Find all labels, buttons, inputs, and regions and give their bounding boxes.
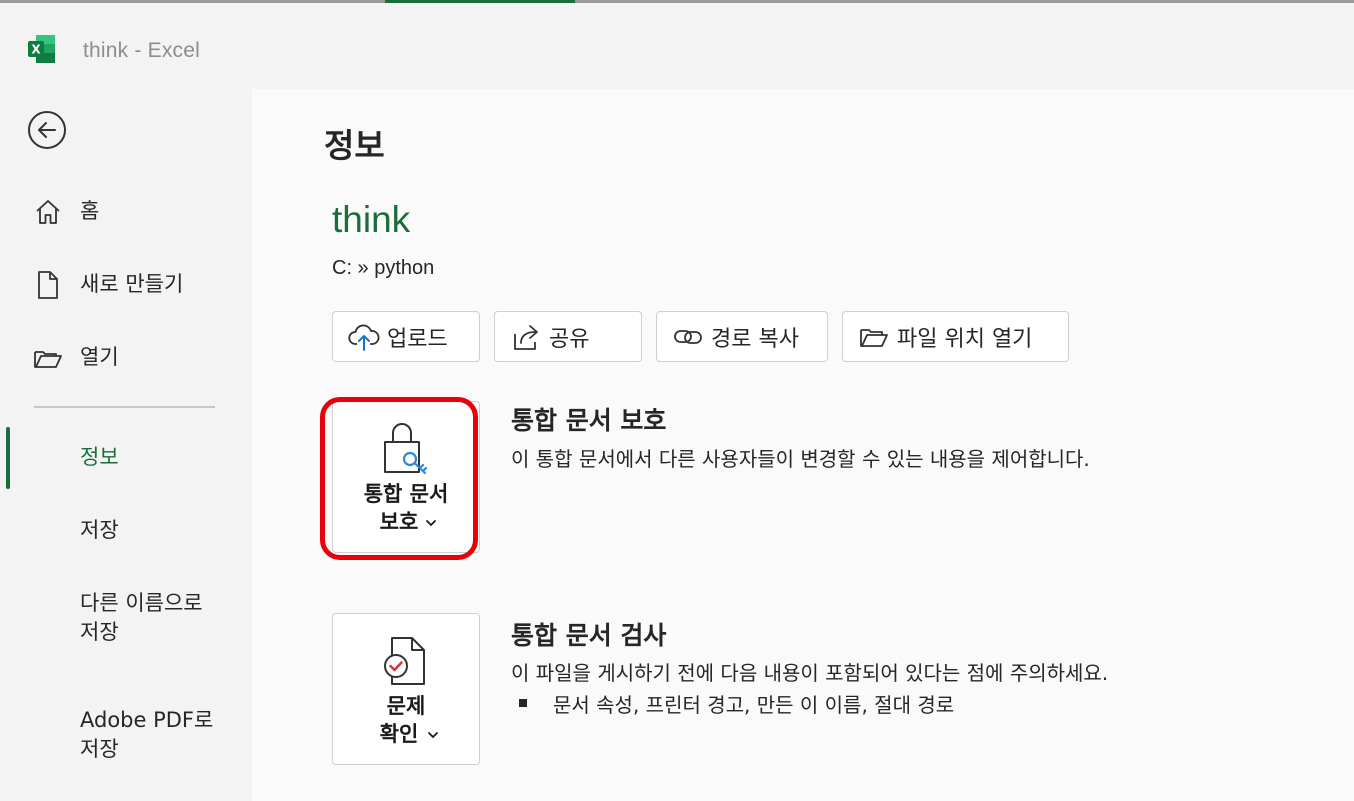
document-path[interactable]: C: » python [332, 257, 434, 280]
sidebar-item-label-line2: 저장 [80, 620, 119, 644]
chevron-down-icon [428, 732, 438, 739]
sidebar-item-label: 홈 [80, 199, 100, 223]
active-indicator [6, 427, 10, 489]
protect-workbook-description: 이 통합 문서에서 다른 사용자들이 변경할 수 있는 내용을 제어합니다. [511, 447, 1090, 471]
sidebar-item-label-line1: 다른 이름으로 [80, 591, 203, 615]
sidebar-item-label: 새로 만들기 [80, 272, 184, 296]
copy-path-button[interactable]: 경로 복사 [656, 311, 828, 362]
new-document-icon [38, 271, 58, 299]
inspect-workbook-description: 이 파일을 게시하기 전에 다음 내용이 포함되어 있다는 점에 주의하세요. [511, 661, 1109, 685]
sidebar-item-label: 열기 [80, 345, 119, 369]
folder-open-icon [34, 351, 62, 368]
cloud-upload-icon [348, 324, 380, 351]
svg-text:X: X [31, 43, 41, 57]
sidebar-item-label-line2: 저장 [80, 737, 119, 761]
arrow-left-icon [38, 122, 56, 138]
highlight-annotation [320, 397, 478, 560]
check-for-issues-button[interactable]: 문제 확인 [332, 613, 480, 765]
sidebar-item-label-line1: Adobe PDF로 [80, 708, 214, 732]
document-check-icon [384, 637, 425, 685]
window-title: think - Excel [83, 39, 200, 62]
sidebar-item-info[interactable]: 정보 [80, 443, 119, 472]
backstage-sidebar: 홈 새로 만들기 열기 정보 저장 다른 이름으로 저장 Adobe PDF로 … [0, 89, 250, 801]
inspect-tile-label-line1: 문제 [386, 694, 426, 718]
sidebar-item-home[interactable]: 홈 [0, 185, 250, 235]
sidebar-item-save-as-adobe-pdf[interactable]: Adobe PDF로 저장 [0, 706, 250, 768]
excel-icon: X [28, 35, 55, 63]
title-bar: X think - Excel [0, 3, 1354, 89]
bullet-marker [519, 699, 527, 707]
share-button-label: 공유 [549, 326, 590, 352]
share-icon [514, 324, 538, 350]
upload-button[interactable]: 업로드 [332, 311, 480, 362]
sidebar-item-open[interactable]: 열기 [0, 331, 250, 381]
back-button[interactable] [28, 111, 66, 149]
open-file-location-button-label: 파일 위치 열기 [897, 326, 1033, 352]
inspect-workbook-title: 통합 문서 검사 [511, 621, 667, 650]
home-icon [36, 200, 60, 224]
protect-workbook-title: 통합 문서 보호 [511, 406, 667, 435]
sidebar-item-new[interactable]: 새로 만들기 [0, 258, 250, 308]
sidebar-item-save-as[interactable]: 다른 이름으로 저장 [0, 589, 250, 651]
share-button[interactable]: 공유 [494, 311, 642, 362]
open-file-location-button[interactable]: 파일 위치 열기 [842, 311, 1069, 362]
page-title: 정보 [324, 126, 385, 165]
sidebar-divider [34, 406, 215, 408]
folder-open-icon [860, 328, 888, 347]
upload-button-label: 업로드 [387, 326, 448, 352]
document-name: think [332, 199, 411, 240]
link-icon [674, 329, 702, 344]
sidebar-item-save[interactable]: 저장 [80, 516, 119, 545]
inspect-tile-label-line2: 확인 [379, 722, 419, 746]
copy-path-button-label: 경로 복사 [711, 326, 799, 352]
inspect-bullet-item: 문서 속성, 프린터 경고, 만든 이 이름, 절대 경로 [553, 693, 955, 717]
